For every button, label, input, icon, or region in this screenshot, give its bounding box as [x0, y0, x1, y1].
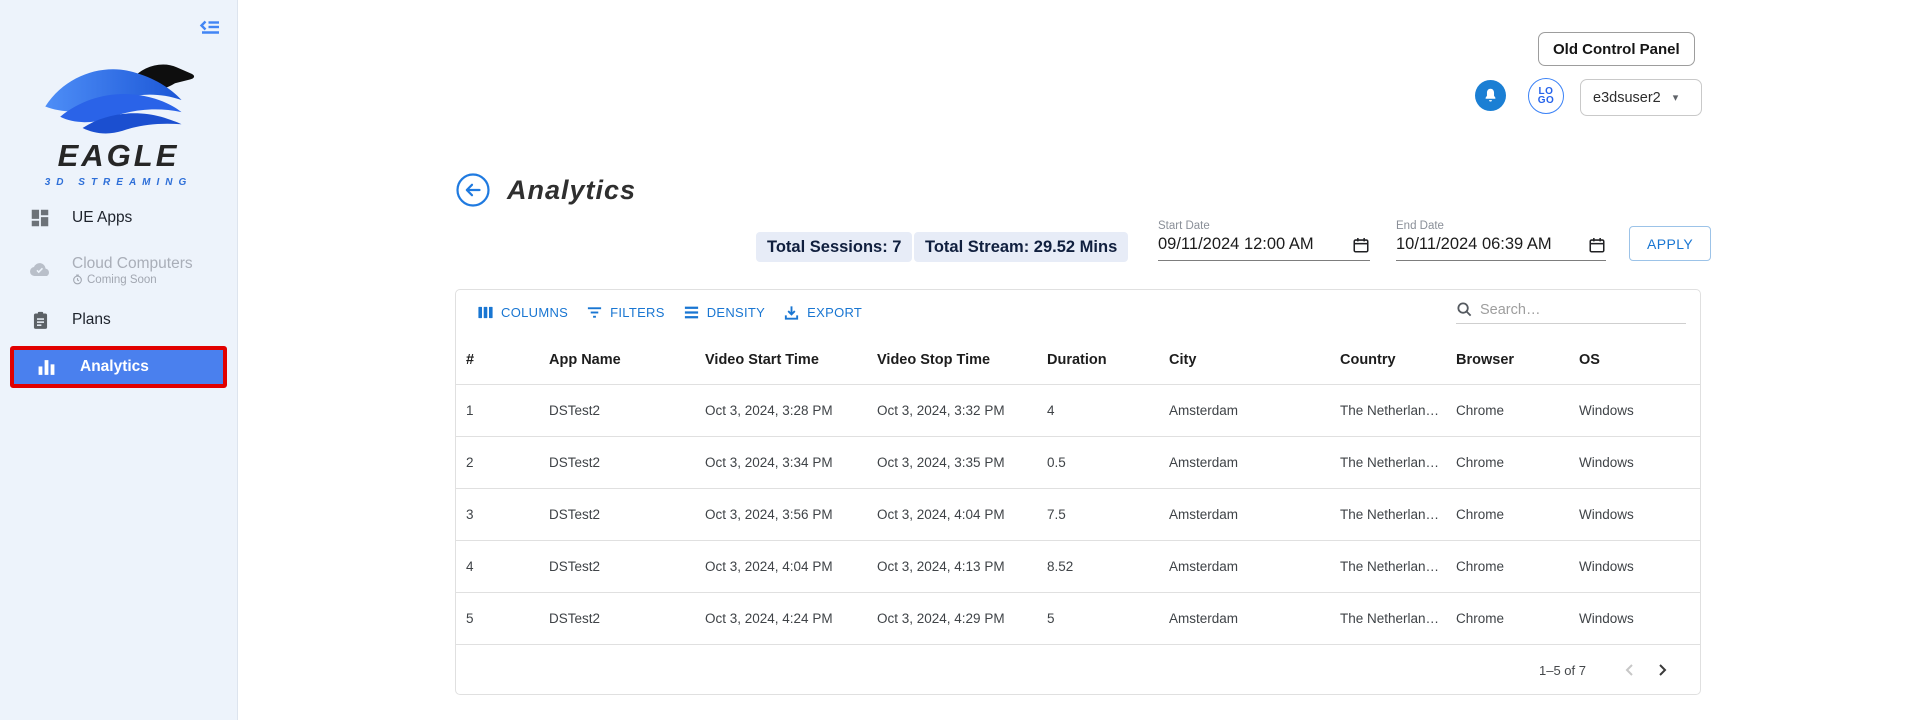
back-button[interactable] — [455, 172, 491, 208]
filter-icon — [586, 304, 603, 321]
sidebar-item-cloud-computers: Cloud Computers Coming Soon — [0, 246, 238, 294]
table-row[interactable]: 1 DSTest2 Oct 3, 2024, 3:28 PM Oct 3, 20… — [456, 385, 1700, 437]
density-icon — [683, 304, 700, 321]
clock-icon — [72, 274, 83, 285]
chevron-down-icon: ▾ — [1673, 91, 1679, 104]
start-date-label: Start Date — [1158, 220, 1370, 232]
chevron-left-icon — [1621, 661, 1639, 679]
table-header-row: # App Name Video Start Time Video Stop T… — [456, 335, 1700, 385]
brand-logo: EAGLE 3D STREAMING — [31, 58, 207, 188]
column-header[interactable]: Duration — [1047, 352, 1169, 368]
main-content: Old Control Panel LO GO e3dsuser2 ▾ — [238, 0, 1918, 720]
sidebar-item-label: Analytics — [80, 358, 149, 376]
search-input[interactable] — [1480, 302, 1686, 318]
sidebar-item-label: Cloud Computers — [72, 255, 193, 272]
table-row[interactable]: 3 DSTest2 Oct 3, 2024, 3:56 PM Oct 3, 20… — [456, 489, 1700, 541]
end-date-input[interactable]: 10/11/2024 06:39 AM — [1396, 235, 1606, 261]
previous-page-button[interactable] — [1614, 654, 1646, 686]
total-stream-badge: Total Stream: 29.52 Mins — [914, 232, 1128, 262]
start-date-input[interactable]: 09/11/2024 12:00 AM — [1158, 235, 1370, 261]
clipboard-icon — [28, 308, 52, 332]
end-date-label: End Date — [1396, 220, 1606, 232]
page-title: Analytics — [507, 175, 636, 206]
table-row[interactable]: 5 DSTest2 Oct 3, 2024, 4:24 PM Oct 3, 20… — [456, 593, 1700, 645]
next-page-button[interactable] — [1646, 654, 1678, 686]
calendar-icon[interactable] — [1352, 236, 1370, 254]
end-date-field: End Date 10/11/2024 06:39 AM — [1396, 220, 1606, 261]
cloud-check-icon — [28, 258, 52, 282]
columns-icon — [477, 304, 494, 321]
table-footer: 1–5 of 7 — [456, 645, 1700, 695]
download-icon — [783, 304, 800, 321]
analytics-table-card: COLUMNS FILTERS DENSIT — [455, 289, 1701, 695]
export-button[interactable]: EXPORT — [774, 298, 871, 327]
column-header[interactable]: Video Start Time — [705, 352, 877, 368]
search-icon — [1456, 301, 1473, 318]
total-sessions-badge: Total Sessions: 7 — [756, 232, 912, 262]
table-toolbar: COLUMNS FILTERS DENSIT — [456, 290, 1700, 335]
page-header: Analytics — [455, 172, 636, 208]
coming-soon-badge: Coming Soon — [72, 274, 193, 286]
table-row[interactable]: 2 DSTest2 Oct 3, 2024, 3:34 PM Oct 3, 20… — [456, 437, 1700, 489]
column-header[interactable]: Browser — [1456, 352, 1579, 368]
user-menu-dropdown[interactable]: e3dsuser2 ▾ — [1580, 79, 1702, 116]
sidebar-item-label: UE Apps — [72, 209, 132, 227]
sidebar-item-plans[interactable]: Plans — [0, 300, 238, 340]
apply-button[interactable]: APPLY — [1629, 226, 1711, 261]
sidebar-item-label: Plans — [72, 311, 111, 329]
sidebar-collapse-icon[interactable] — [197, 16, 223, 42]
table-row[interactable]: 4 DSTest2 Oct 3, 2024, 4:04 PM Oct 3, 20… — [456, 541, 1700, 593]
search-box — [1456, 301, 1686, 324]
sidebar: EAGLE 3D STREAMING UE Apps — [0, 0, 238, 720]
pagination-range: 1–5 of 7 — [1539, 663, 1586, 678]
calendar-icon[interactable] — [1588, 236, 1606, 254]
chevron-right-icon — [1653, 661, 1671, 679]
notifications-button[interactable] — [1475, 80, 1506, 111]
bar-chart-icon — [34, 355, 58, 379]
filters-button[interactable]: FILTERS — [577, 298, 674, 327]
density-button[interactable]: DENSITY — [674, 298, 774, 327]
eagle-logo-icon — [38, 58, 200, 142]
columns-button[interactable]: COLUMNS — [468, 298, 577, 327]
back-arrow-icon — [455, 172, 491, 208]
sidebar-item-analytics[interactable]: Analytics — [10, 346, 227, 388]
column-header[interactable]: App Name — [549, 352, 705, 368]
bell-icon — [1482, 87, 1499, 104]
brand-name: EAGLE — [31, 138, 207, 174]
app-window: EAGLE 3D STREAMING UE Apps — [0, 0, 1918, 720]
column-header[interactable]: Video Stop Time — [877, 352, 1047, 368]
column-header[interactable]: # — [466, 352, 549, 368]
username-label: e3dsuser2 — [1593, 90, 1661, 106]
account-logo-badge[interactable]: LO GO — [1528, 78, 1564, 114]
column-header[interactable]: OS — [1579, 352, 1700, 368]
column-header[interactable]: Country — [1340, 352, 1456, 368]
dashboard-grid-icon — [28, 206, 52, 230]
old-control-panel-button[interactable]: Old Control Panel — [1538, 32, 1695, 66]
brand-tagline: 3D STREAMING — [31, 177, 207, 188]
start-date-field: Start Date 09/11/2024 12:00 AM — [1158, 220, 1370, 261]
sidebar-item-ue-apps[interactable]: UE Apps — [0, 198, 238, 238]
column-header[interactable]: City — [1169, 352, 1340, 368]
